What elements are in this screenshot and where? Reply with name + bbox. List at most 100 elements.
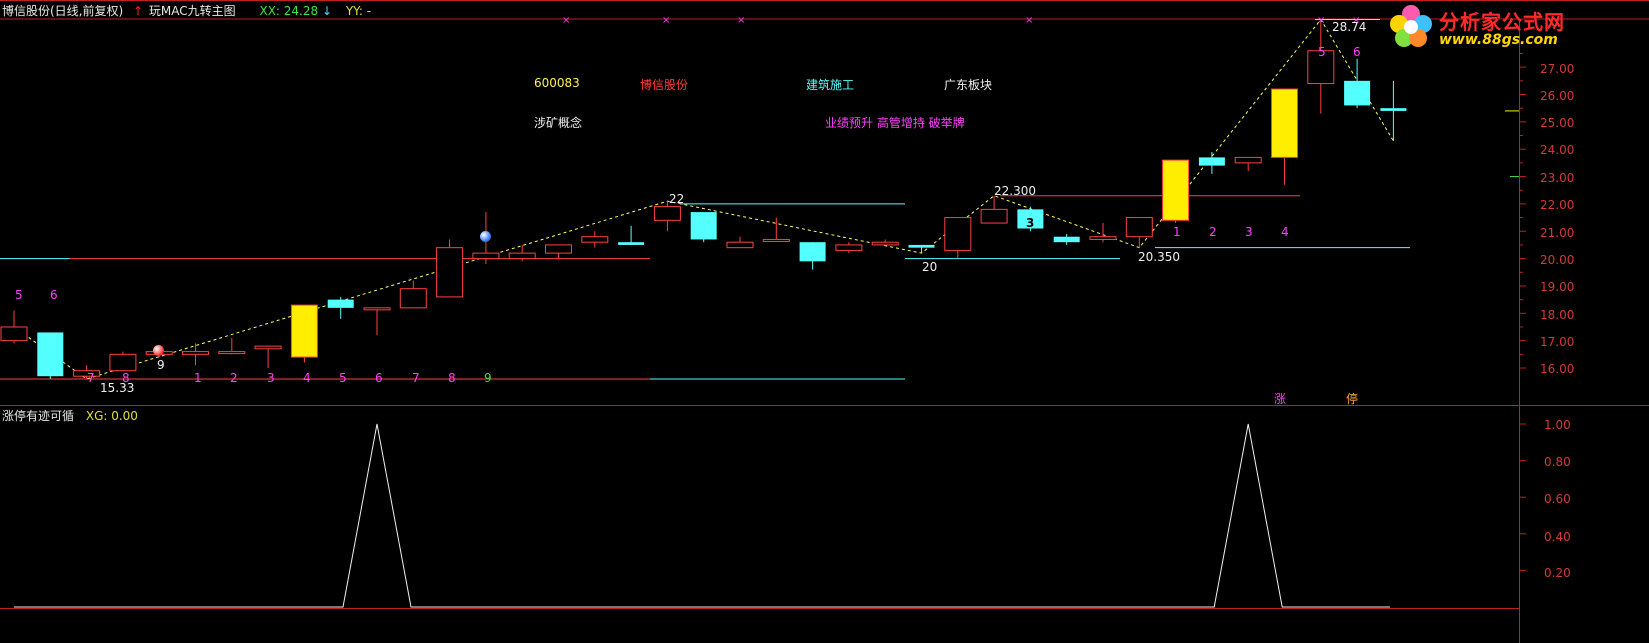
- down-arrow-icon: ↓: [321, 4, 333, 18]
- count-top-left-6: 6: [50, 288, 58, 302]
- candle-body: [291, 305, 318, 358]
- candle: [1234, 156, 1262, 172]
- candle-body: [908, 244, 935, 248]
- candle-body: [835, 244, 863, 251]
- signal-marker: ×: [1317, 15, 1325, 26]
- count-top-right-6: 6: [1353, 45, 1361, 59]
- count-top-left-5: 5: [15, 288, 23, 302]
- region: 广东板块: [944, 78, 993, 92]
- candle: [218, 337, 246, 355]
- candle-body: [762, 238, 790, 242]
- indicator-tick: 1.00: [1544, 418, 1571, 432]
- stock-title[interactable]: 博信股份(日线,前复权): [2, 4, 123, 18]
- candle-body: [690, 212, 717, 240]
- count-right-4: 4: [1281, 225, 1289, 239]
- count-bottom-8b: 8: [448, 371, 456, 385]
- candle: [508, 244, 536, 262]
- candle-body: [109, 353, 137, 372]
- candle: [0, 310, 28, 344]
- label-20350: 20.350: [1138, 250, 1180, 264]
- sub-indicator-name[interactable]: 涨停有迹可循: [2, 409, 74, 423]
- price-tick: 21.00: [1540, 226, 1575, 240]
- count-bottom-3: 3: [267, 371, 275, 385]
- price-tick: 25.00: [1540, 116, 1575, 130]
- candle-body: [0, 326, 28, 342]
- count-bottom-1: 1: [194, 371, 202, 385]
- candle-body: [508, 252, 536, 260]
- candle-body: [37, 332, 64, 377]
- count-top-right-5: 5: [1318, 45, 1326, 59]
- count-right-1: 1: [1173, 225, 1181, 239]
- stock-name: 博信股份: [640, 78, 689, 92]
- candle: [618, 225, 645, 245]
- candle-body: [1344, 80, 1371, 106]
- logo-url[interactable]: www.88gs.com: [1439, 32, 1558, 48]
- signal-marker: ×: [662, 15, 670, 26]
- chart-window: × × × × × × 博信股份(日线,前复权) ↑ 玩MAC九转主图 XX: 24.28…: [0, 0, 1649, 643]
- candle-body: [182, 351, 209, 355]
- price-tick: 23.00: [1540, 171, 1575, 185]
- candle: [835, 242, 863, 254]
- count-bottom-8: 8: [122, 371, 130, 385]
- candle: [799, 242, 826, 270]
- xx-value: XX: 24.28: [259, 4, 319, 18]
- candle-body: [218, 351, 246, 355]
- candle: [1271, 88, 1298, 185]
- price-tick: 26.00: [1540, 89, 1575, 103]
- up-arrow-icon: ↑: [133, 4, 144, 18]
- candle-body: [980, 208, 1008, 224]
- candle-body: [1162, 160, 1189, 221]
- count-bottom-5: 5: [339, 371, 347, 385]
- candle: [1125, 217, 1153, 248]
- nine-left-label: 9: [157, 358, 165, 372]
- logo-title: 分析家公式网: [1439, 10, 1565, 34]
- candle: [908, 244, 935, 254]
- candle: [1053, 233, 1080, 245]
- candle-body: [653, 206, 681, 221]
- candle-body: [327, 299, 354, 308]
- candle-body: [1053, 236, 1080, 243]
- count-right-3: 3: [1245, 225, 1253, 239]
- xg-value: XG: 0.00: [85, 409, 138, 423]
- chart-header: 博信股份(日线,前复权) ↑ 玩MAC九转主图 XX: 24.28 ↓ YY: …: [2, 2, 377, 18]
- candle-body: [1125, 217, 1153, 238]
- candle-body: [1271, 89, 1298, 158]
- candle-body: [254, 345, 282, 350]
- signal-marker: ×: [1025, 15, 1033, 26]
- price-tick: 27.00: [1540, 62, 1575, 76]
- price-tick: 20.00: [1540, 253, 1575, 267]
- candle-body: [1089, 236, 1117, 240]
- tags: 业绩预升 高管增持 破举牌: [825, 116, 965, 130]
- candle: [182, 343, 209, 366]
- candle-body: [436, 247, 464, 298]
- indicator-tick: 0.40: [1544, 530, 1571, 544]
- count-bottom-7: 7: [87, 371, 95, 385]
- price-tick: 19.00: [1540, 280, 1575, 294]
- candle-body: [799, 242, 826, 262]
- candle-body: [726, 241, 754, 249]
- candle-body: [944, 217, 972, 251]
- concept: 涉矿概念: [534, 116, 583, 130]
- candle-body: [871, 241, 899, 246]
- sell-signal-ball-icon: [480, 231, 491, 242]
- price-tick: 22.00: [1540, 198, 1575, 212]
- indicator-name[interactable]: 玩MAC九转主图: [149, 4, 236, 18]
- candle: [690, 212, 717, 243]
- label-20: 20: [922, 260, 938, 274]
- count-bottom-2: 2: [230, 371, 238, 385]
- candle: [1089, 223, 1117, 243]
- price-tick: 18.00: [1540, 308, 1575, 322]
- candle: [37, 332, 64, 379]
- count-bottom-4: 4: [303, 371, 311, 385]
- candle: [399, 280, 427, 309]
- stock-code: 600083: [534, 76, 580, 90]
- price-chart[interactable]: × × × × × ×: [0, 0, 1649, 643]
- price-tick: 16.00: [1540, 362, 1575, 376]
- candle: [436, 239, 464, 298]
- candle: [1162, 159, 1190, 224]
- candle: [1344, 58, 1371, 109]
- candle: [327, 296, 354, 319]
- candle: [109, 351, 137, 372]
- count-bottom-9: 9: [484, 371, 492, 385]
- count-bottom-6: 6: [375, 371, 383, 385]
